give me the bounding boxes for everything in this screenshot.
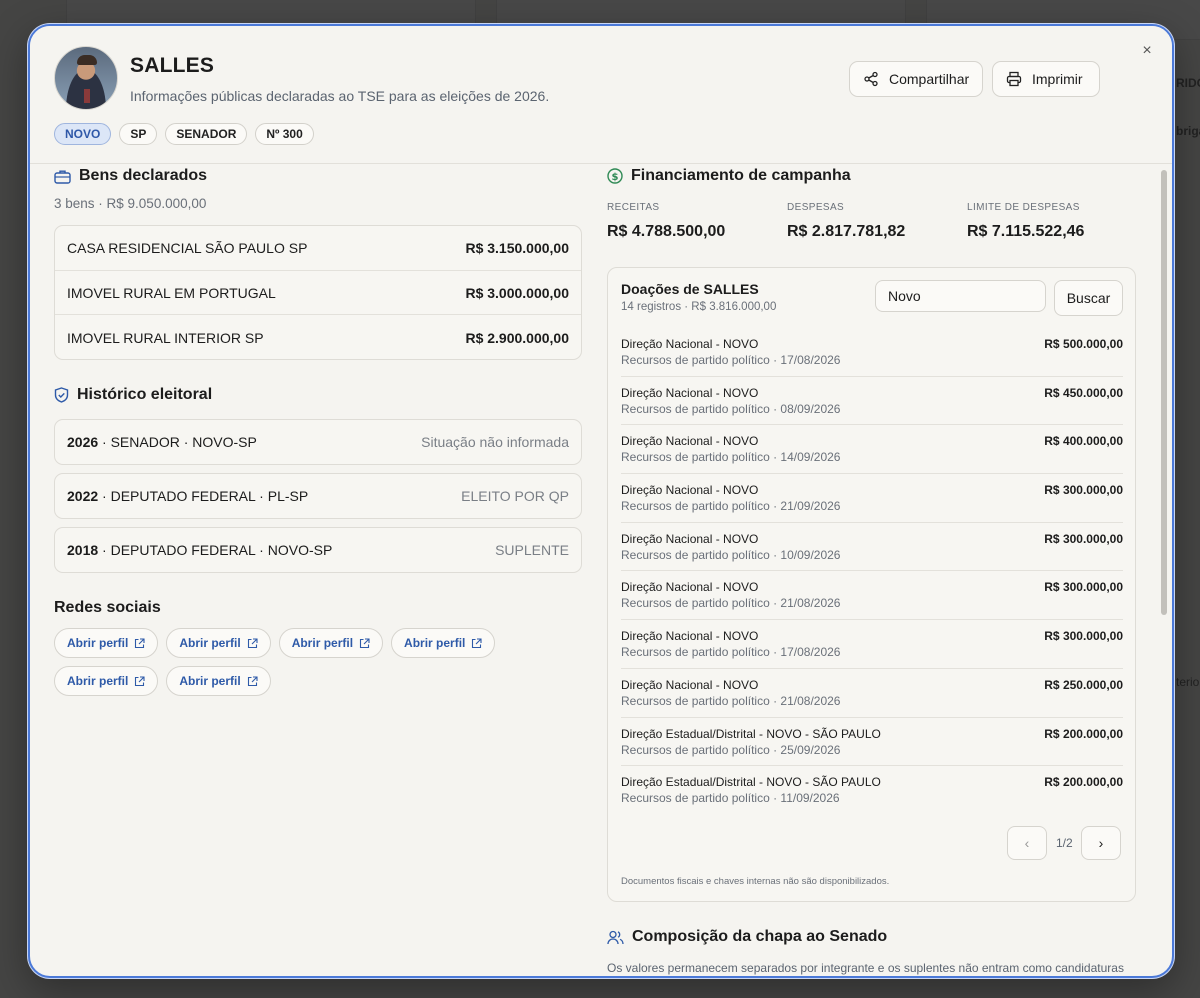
chapa-title: Composição da chapa ao Senado <box>607 928 887 946</box>
asset-row: IMOVEL RURAL INTERIOR SP R$ 2.900.000,00 <box>67 329 569 346</box>
donations-footnote: Documentos fiscais e chaves internas não… <box>621 876 890 887</box>
external-link-icon <box>134 637 145 649</box>
modal-header: SALLES Informações públicas declaradas a… <box>30 26 1172 164</box>
modal-scrollbar[interactable] <box>1160 166 1168 976</box>
limite-label: LIMITE DE DESPESAS <box>967 202 1080 213</box>
receitas-label: RECEITAS <box>607 202 660 213</box>
print-button[interactable]: Imprimir <box>992 61 1100 97</box>
asset-row: IMOVEL RURAL EM PORTUGAL R$ 3.000.000,00 <box>55 271 581 316</box>
shield-icon <box>54 387 69 403</box>
social-link[interactable]: Abrir perfil <box>166 628 271 658</box>
social-link[interactable]: Abrir perfil <box>278 628 384 658</box>
social-title: Redes sociais <box>54 599 161 616</box>
number-tag: Nº 300 <box>255 123 314 145</box>
background-text: terior <box>1176 675 1200 689</box>
candidate-tags: NOVO SP SENADOR Nº 300 <box>54 123 314 145</box>
scrollbar-thumb[interactable] <box>1161 170 1167 615</box>
external-link-icon <box>471 637 482 649</box>
external-link-icon <box>134 675 145 687</box>
social-link[interactable]: Abrir perfil <box>54 628 159 658</box>
search-button[interactable]: Buscar <box>1054 280 1123 316</box>
party-tag: NOVO <box>54 123 112 145</box>
share-button[interactable]: Compartilhar <box>849 61 984 97</box>
assets-list: CASA RESIDENCIAL SÃO PAULO SP R$ 3.150.00… <box>54 225 582 360</box>
despesas-label: DESPESAS <box>787 202 845 213</box>
external-link-icon <box>359 637 370 649</box>
share-label: Compartilhar <box>889 71 970 87</box>
share-icon <box>863 71 879 87</box>
donation-row: Direção Nacional - NOVO Recursos de parti… <box>621 425 1123 475</box>
page-indicator: 1/2 <box>1056 836 1073 850</box>
close-button[interactable]: × <box>1138 42 1156 60</box>
donations-title: Doações de SALLES <box>621 281 759 297</box>
donation-row: Direção Nacional - NOVO Recursos de parti… <box>621 571 1123 621</box>
donation-row: Direção Estadual/Distrital - NOVO - SÃO … <box>621 775 1123 806</box>
external-link-icon <box>247 675 258 687</box>
social-link[interactable]: Abrir perfil <box>166 666 271 696</box>
next-page-button[interactable]: › <box>1081 826 1121 860</box>
donations-panel: Doações de SALLES 14 registros · R$ 3.81… <box>607 267 1136 902</box>
prev-page-button[interactable]: ‹ <box>1007 826 1047 860</box>
candidate-modal: SALLES Informações públicas declaradas a… <box>28 24 1174 978</box>
background-text: RIDO <box>1176 76 1200 90</box>
chevron-right-icon: › <box>1098 835 1104 851</box>
office-tag: SENADOR <box>165 123 248 145</box>
history-item: 2022 · DEPUTADO FEDERAL · PL-SP ELEITO P… <box>54 473 582 519</box>
assets-summary: 3 bens · R$ 9.050.000,00 <box>54 196 207 211</box>
donation-row: Direção Nacional - NOVO Recursos de parti… <box>621 377 1123 426</box>
external-link-icon <box>247 637 258 649</box>
donation-row: Direção Estadual/Distrital - NOVO - SÃO … <box>621 718 1123 767</box>
background-text: briga <box>1176 124 1200 138</box>
history-title: Histórico eleitoral <box>54 386 212 404</box>
svg-text:$: $ <box>612 172 619 183</box>
history-item: 2018 · DEPUTADO FEDERAL · NOVO-SP SUPLEN… <box>54 527 582 573</box>
asset-row: CASA RESIDENCIAL SÃO PAULO SP R$ 3.150.00… <box>55 226 581 271</box>
state-tag: SP <box>119 123 158 145</box>
candidate-name: SALLES <box>130 54 215 77</box>
printer-icon <box>1006 71 1022 87</box>
chevron-left-icon: ‹ <box>1024 835 1030 851</box>
social-link[interactable]: Abrir perfil <box>391 628 496 658</box>
donation-row: Direção Nacional - NOVO Recursos de parti… <box>621 328 1123 377</box>
history-item: 2026 · SENADOR · NOVO-SP Situação não in… <box>54 419 582 465</box>
candidate-subtitle: Informações públicas declaradas ao TSE p… <box>130 88 550 104</box>
donations-search-input[interactable]: Novo <box>875 280 1046 312</box>
print-label: Imprimir <box>1032 71 1083 87</box>
limite-value: R$ 7.115.522,46 <box>967 223 1085 240</box>
users-icon <box>607 930 624 945</box>
assets-title: Bens declarados <box>54 167 207 185</box>
donation-row: Direção Nacional - NOVO Recursos de parti… <box>621 669 1123 718</box>
briefcase-icon <box>54 169 71 184</box>
candidate-avatar <box>54 46 118 110</box>
finance-title: $ Financiamento de campanha <box>607 167 851 185</box>
donation-row: Direção Nacional - NOVO Recursos de parti… <box>621 474 1123 523</box>
donation-row: Direção Nacional - NOVO Recursos de parti… <box>621 620 1123 669</box>
dollar-icon: $ <box>607 168 623 184</box>
donation-row: Direção Nacional - NOVO Recursos de parti… <box>621 523 1123 572</box>
donations-list: Direção Nacional - NOVO Recursos de parti… <box>621 328 1123 815</box>
despesas-value: R$ 2.817.781,82 <box>787 223 906 240</box>
receitas-value: R$ 4.788.500,00 <box>607 223 726 240</box>
chapa-description: Os valores permanecem separados por inte… <box>607 961 1124 975</box>
social-link[interactable]: Abrir perfil <box>54 666 159 696</box>
social-links: Abrir perfil Abrir perfil Abrir perfil A… <box>54 628 514 696</box>
donations-summary: 14 registros · R$ 3.816.000,00 <box>621 301 777 313</box>
